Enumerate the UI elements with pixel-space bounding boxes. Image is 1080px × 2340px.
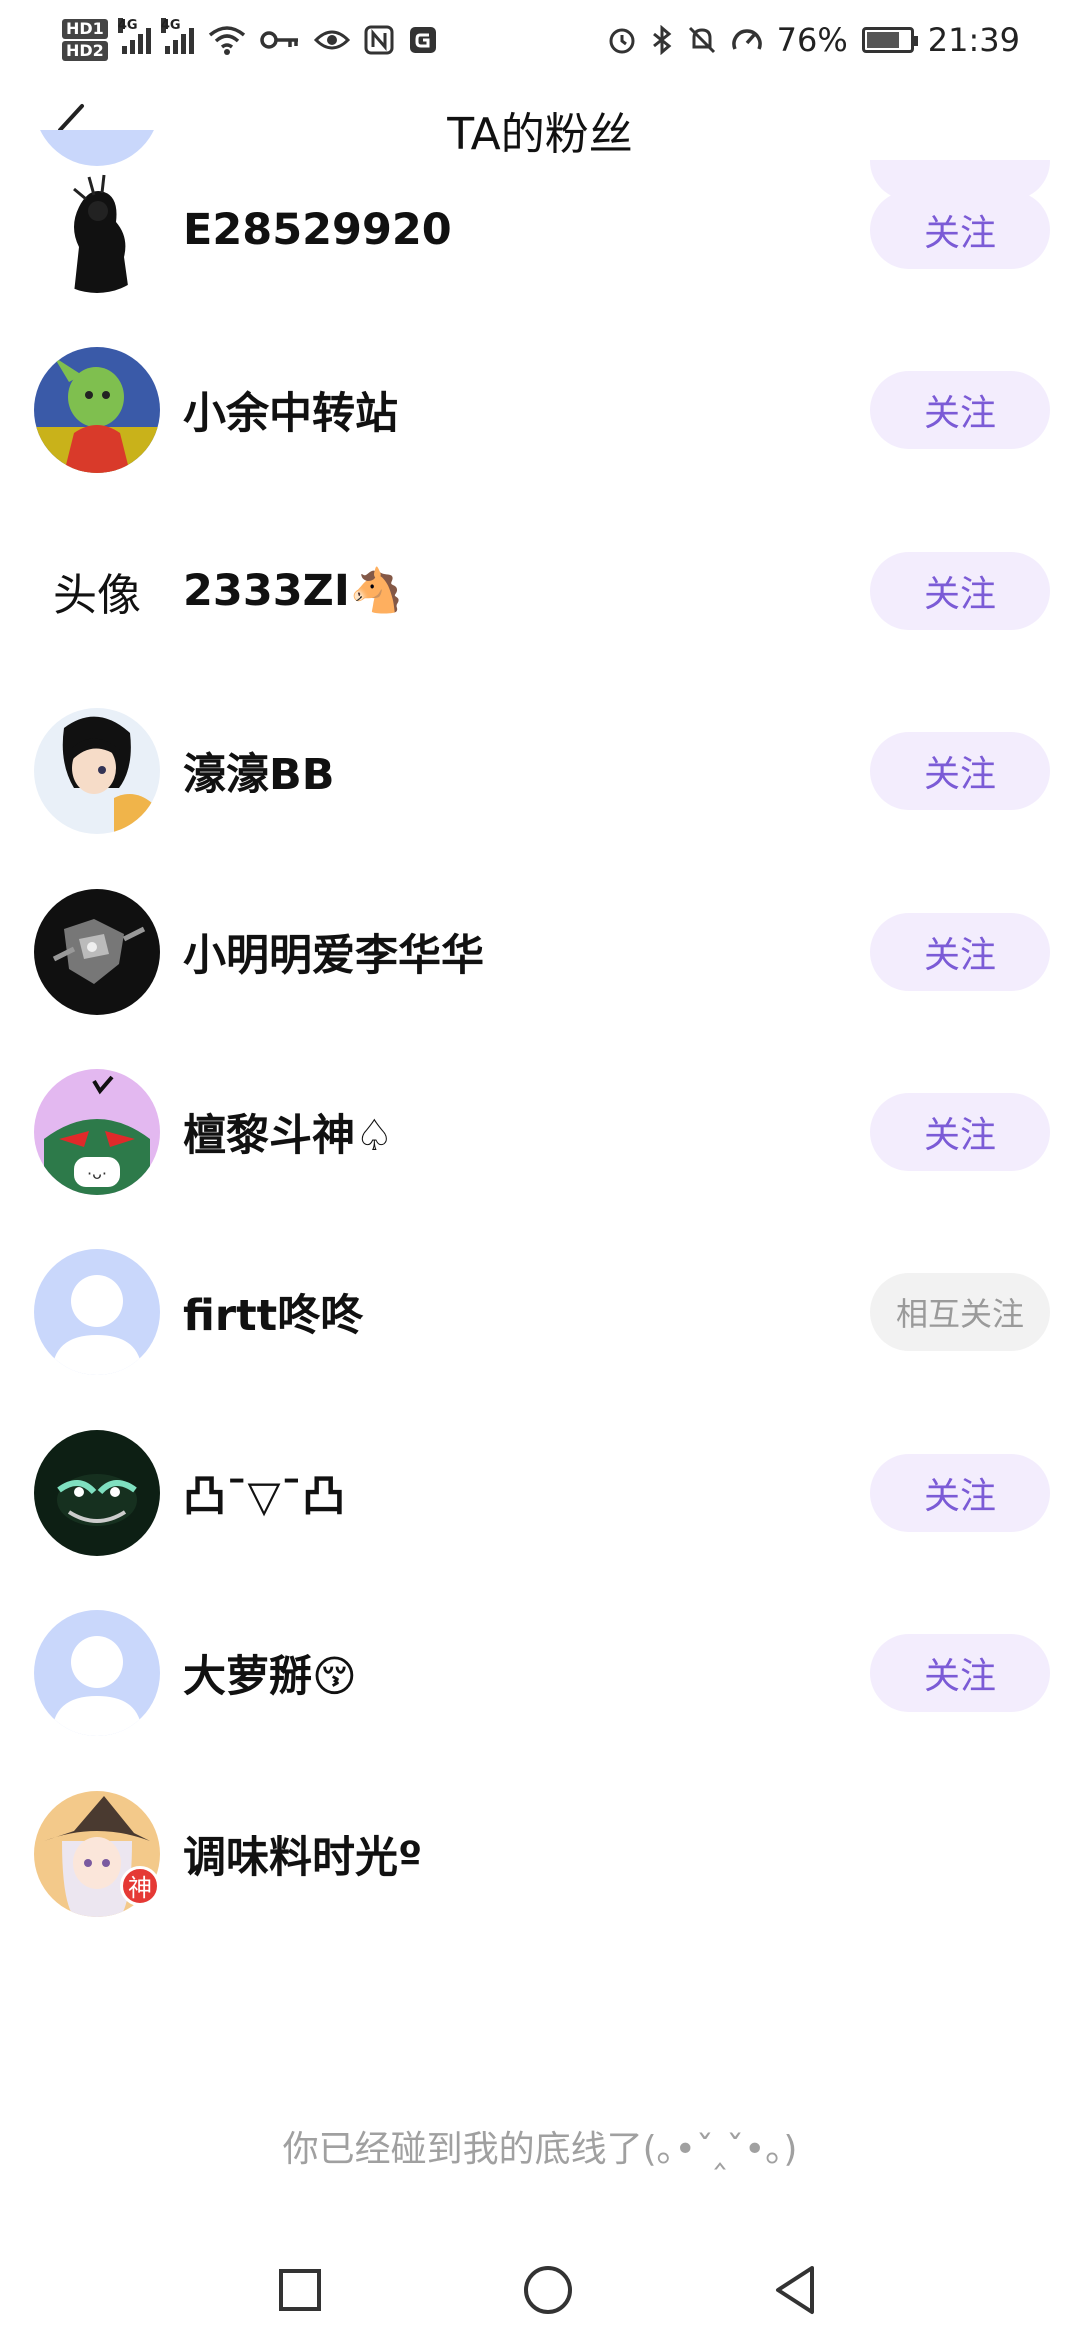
circle-icon <box>523 2266 572 2314</box>
status-right: 76% 21:39 <box>607 21 1020 59</box>
battery-icon <box>861 27 918 53</box>
follower-row[interactable]: 大萝掰😚 关注 <box>0 1583 1080 1763</box>
follower-row[interactable]: 凸ˉ▽ˉ凸 关注 <box>0 1403 1080 1583</box>
follower-row[interactable]: 调味料时光º 神 <box>0 1764 1080 1944</box>
square-icon <box>279 2269 321 2311</box>
follower-row[interactable]: firtt咚咚 相互关注 <box>0 1222 1080 1402</box>
follow-button[interactable]: 关注 <box>870 732 1050 811</box>
avatar[interactable] <box>34 708 160 835</box>
battery-percent: 76% <box>776 21 848 59</box>
mute-bell-icon <box>688 26 715 54</box>
signal-icon-2: 4G <box>160 18 194 54</box>
follower-name[interactable]: firtt咚咚 <box>183 1222 363 1402</box>
avatar[interactable] <box>34 167 160 293</box>
follower-row[interactable]: 头像 2333ZI🐴 关注 <box>0 501 1080 681</box>
battery-fill <box>866 32 899 48</box>
follow-button[interactable]: 关注 <box>870 1634 1050 1713</box>
avatar[interactable] <box>34 347 160 474</box>
hd-icons: HD1 HD2 <box>62 19 108 61</box>
follow-button[interactable]: 关注 <box>870 371 1050 450</box>
follower-name[interactable]: 凸ˉ▽ˉ凸 <box>183 1403 345 1583</box>
nfc-icon <box>364 25 394 55</box>
follow-button[interactable]: 关注 <box>870 551 1050 630</box>
status-bar: HD1 HD2 4G 4G 76% 21:39 <box>0 0 1080 80</box>
recents-button[interactable] <box>265 2255 335 2325</box>
avatar[interactable] <box>34 1610 160 1737</box>
alarm-icon <box>609 28 635 54</box>
follower-name[interactable]: 小明明爱李华华 <box>183 862 484 1042</box>
follow-button[interactable]: 关注 <box>870 1093 1050 1171</box>
follower-name[interactable]: 大萝掰😚 <box>183 1583 357 1763</box>
triangle-back-icon <box>776 2266 814 2314</box>
follower-row[interactable]: E28529920 关注 <box>0 140 1080 320</box>
clock: 21:39 <box>927 21 1020 59</box>
follower-name[interactable]: 檀黎斗神♤ <box>183 1042 394 1222</box>
avatar[interactable]: ·ᴗ· <box>34 1069 160 1195</box>
g-app-icon <box>409 27 436 53</box>
follow-button[interactable]: 关注 <box>870 912 1050 991</box>
follower-name[interactable]: 调味料时光º <box>183 1764 422 1944</box>
key-icon <box>260 31 298 49</box>
back-nav-button[interactable] <box>760 2255 830 2325</box>
avatar[interactable] <box>34 888 160 1015</box>
follower-name[interactable]: 濠濠BB <box>183 681 335 861</box>
follower-row[interactable]: 小余中转站 关注 <box>0 320 1080 500</box>
signal-icon: 4G <box>117 18 151 54</box>
follow-button[interactable]: 关注 <box>870 191 1050 269</box>
hd1-icon: HD1 <box>62 19 108 39</box>
avatar[interactable] <box>34 1249 160 1376</box>
god-badge-icon: 神 <box>120 1865 160 1906</box>
follower-row[interactable]: 小明明爱李华华 关注 <box>0 862 1080 1042</box>
status-left: HD1 HD2 4G 4G <box>62 18 438 61</box>
follow-button[interactable]: 关注 <box>870 1453 1050 1532</box>
follower-row[interactable]: 濠濠BB 关注 <box>0 681 1080 861</box>
avatar[interactable] <box>34 1429 160 1556</box>
hd2-icon: HD2 <box>62 41 108 61</box>
follower-name[interactable]: 2333ZI🐴 <box>183 501 403 681</box>
avatar-placeholder[interactable]: 头像 <box>34 528 160 654</box>
follower-name[interactable]: E28529920 <box>183 140 452 320</box>
wifi-icon <box>208 26 245 55</box>
bluetooth-icon <box>652 25 672 55</box>
mutual-follow-button[interactable]: 相互关注 <box>870 1273 1050 1352</box>
svg-text:·ᴗ·: ·ᴗ· <box>87 1164 107 1183</box>
follower-name[interactable]: 小余中转站 <box>183 320 398 500</box>
data-saver-icon <box>731 29 762 50</box>
eye-icon <box>313 30 350 50</box>
follower-row[interactable]: ·ᴗ· 檀黎斗神♤ 关注 <box>0 1042 1080 1222</box>
list-end-note: 你已经碰到我的底线了(｡•ˇ‸ˇ•｡) <box>282 2129 798 2170</box>
home-button[interactable] <box>513 2255 583 2325</box>
system-nav-bar <box>0 2240 1080 2340</box>
